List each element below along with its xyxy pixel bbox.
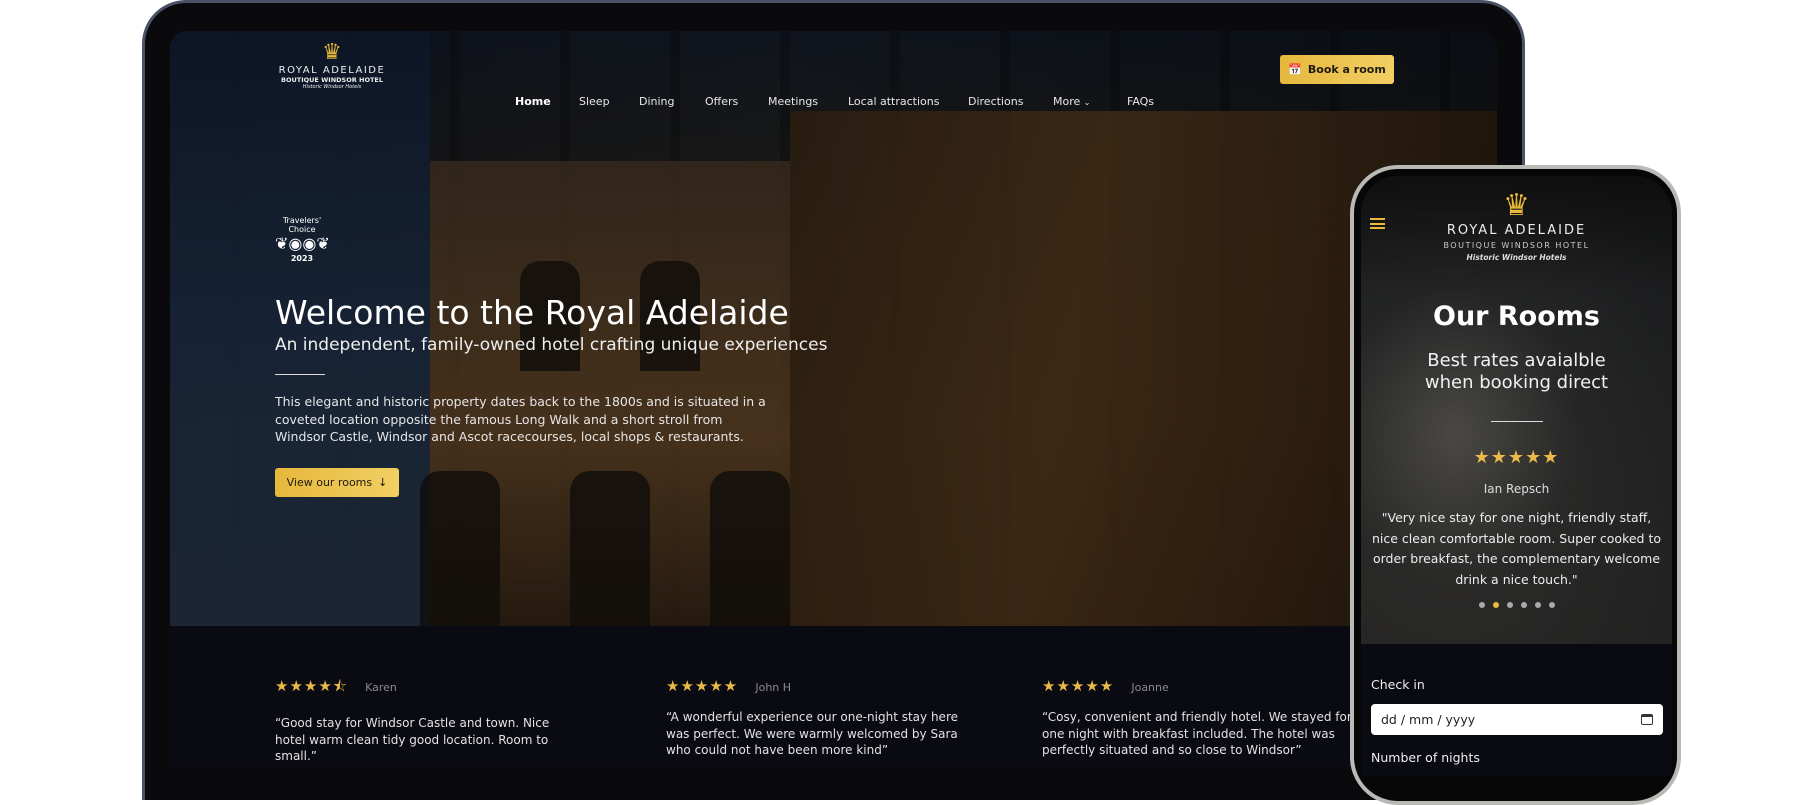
carousel-dot[interactable] bbox=[1548, 602, 1555, 608]
review-card: ★★★★★ John H “A wonderful experience our… bbox=[666, 676, 966, 759]
view-rooms-button[interactable]: View our rooms ↓ bbox=[275, 468, 399, 497]
star-rating: ★★★★★ bbox=[1042, 677, 1115, 695]
mobile-subtitle: Best rates avaialble when booking direct bbox=[1424, 350, 1609, 393]
logo[interactable]: ♛ ROYAL ADELAIDE BOUTIQUE WINDSOR HOTEL … bbox=[262, 40, 402, 91]
hero-subtitle: An independent, family-owned hotel craft… bbox=[275, 335, 828, 355]
mobile-site: ♛ ROYAL ADELAIDE BOUTIQUE WINDSOR HOTEL … bbox=[1361, 176, 1672, 776]
hero-title: Welcome to the Royal Adelaide bbox=[275, 293, 789, 332]
calendar-icon[interactable] bbox=[1641, 714, 1653, 725]
nav-more-label: More bbox=[1053, 95, 1081, 108]
hero-section: ♛ ROYAL ADELAIDE BOUTIQUE WINDSOR HOTEL … bbox=[170, 31, 1497, 626]
nav-dining[interactable]: Dining bbox=[639, 95, 675, 108]
owl-laurel-icon: ❦◉◉❦ bbox=[275, 234, 330, 253]
reviewer-name: Joanne bbox=[1131, 681, 1169, 694]
reviewer-name: Karen bbox=[365, 681, 397, 694]
carousel-dot[interactable] bbox=[1506, 602, 1513, 608]
star-rating: ★★★★⯪ bbox=[275, 677, 348, 695]
review-card: ★★★★★ Joanne “Cosy, convenient and frien… bbox=[1042, 676, 1372, 759]
nav-sleep[interactable]: Sleep bbox=[579, 95, 610, 108]
chevron-down-icon: ⌄ bbox=[1083, 98, 1091, 107]
checkin-date-input[interactable]: dd / mm / yyyy bbox=[1371, 704, 1663, 735]
review-card: ★★★★⯪ Karen “Good stay for Windsor Castl… bbox=[275, 676, 575, 765]
carousel-dot[interactable] bbox=[1478, 602, 1485, 608]
mobile-hero: ♛ ROYAL ADELAIDE BOUTIQUE WINDSOR HOTEL … bbox=[1361, 176, 1672, 644]
carousel-dots bbox=[1361, 602, 1672, 608]
reviewer-name: John H bbox=[755, 681, 792, 694]
calendar-icon: 📅 bbox=[1288, 63, 1302, 76]
star-rating: ★★★★★ bbox=[1473, 447, 1560, 468]
nav-meetings[interactable]: Meetings bbox=[768, 95, 818, 108]
mobile-review-quote: "Very nice stay for one night, friendly … bbox=[1371, 510, 1662, 587]
nav-offers[interactable]: Offers bbox=[705, 95, 738, 108]
hero-body: This elegant and historic property dates… bbox=[275, 394, 766, 444]
nav-faqs[interactable]: FAQs bbox=[1127, 95, 1154, 108]
reviewer-name: Ian Repsch bbox=[1483, 482, 1550, 496]
nav-directions[interactable]: Directions bbox=[968, 95, 1023, 108]
book-room-button[interactable]: 📅 Book a room bbox=[1280, 55, 1394, 84]
checkin-label: Check in bbox=[1371, 677, 1425, 692]
mobile-divider bbox=[1491, 421, 1543, 422]
arrow-down-icon: ↓ bbox=[378, 476, 388, 489]
desktop-site: ♛ ROYAL ADELAIDE BOUTIQUE WINDSOR HOTEL … bbox=[170, 31, 1497, 767]
nav-local-attractions[interactable]: Local attractions bbox=[848, 95, 940, 108]
review-quote: “A wonderful experience our one-night st… bbox=[666, 710, 958, 757]
mobile-title: Our Rooms bbox=[1433, 301, 1600, 332]
star-rating: ★★★★★ bbox=[666, 677, 739, 695]
hero-divider bbox=[275, 374, 325, 375]
nav-home[interactable]: Home bbox=[515, 95, 551, 108]
carousel-dot-active[interactable] bbox=[1492, 602, 1499, 608]
mobile-brand-name: ROYAL ADELAIDE bbox=[1446, 223, 1587, 238]
mobile-brand-tagline: BOUTIQUE WINDSOR HOTEL bbox=[1443, 241, 1590, 250]
reviews-strip: ★★★★⯪ Karen “Good stay for Windsor Castl… bbox=[170, 626, 1497, 767]
nav-more[interactable]: More ⌄ bbox=[1053, 95, 1090, 108]
mobile-brand-group: Historic Windsor Hotels bbox=[1466, 253, 1567, 262]
review-quote: “Cosy, convenient and friendly hotel. We… bbox=[1042, 710, 1352, 757]
travelers-choice-badge: Travelers' Choice ❦◉◉❦ 2023 bbox=[275, 216, 330, 263]
nights-label: Number of nights bbox=[1371, 750, 1480, 765]
review-quote: “Good stay for Windsor Castle and town. … bbox=[275, 716, 550, 763]
crown-icon: ♛ bbox=[1503, 188, 1530, 223]
carousel-dot[interactable] bbox=[1534, 602, 1541, 608]
crown-icon: ♛ bbox=[322, 40, 342, 65]
carousel-dot[interactable] bbox=[1520, 602, 1527, 608]
